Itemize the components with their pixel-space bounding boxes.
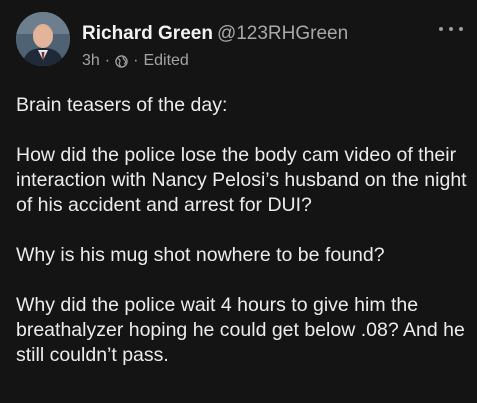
author-line: Richard Green @123RHGreen [82, 22, 348, 46]
meta-separator: · [104, 52, 111, 69]
more-options-button[interactable] [439, 22, 463, 36]
avatar[interactable] [16, 12, 70, 66]
meta-separator: · [133, 52, 139, 69]
more-dots-icon [459, 27, 463, 31]
post-paragraph: How did the police lose the body cam vid… [16, 144, 467, 216]
post-meta: 3h · · Edited [82, 51, 189, 71]
avatar-image [16, 12, 70, 66]
edited-label: Edited [143, 52, 189, 69]
post-paragraph: Brain teasers of the day: [16, 94, 228, 116]
post-paragraph: Why is his mug shot nowhere to be found? [16, 244, 385, 266]
more-dots-icon [449, 27, 453, 31]
author-name[interactable]: Richard Green [82, 23, 213, 44]
globe-icon [115, 54, 128, 68]
post-paragraph: Why did the police wait 4 hours to give … [16, 294, 465, 366]
author-handle[interactable]: @123RHGreen [217, 23, 348, 44]
post-body: Brain teasers of the day: How did the po… [16, 93, 471, 393]
post-timestamp[interactable]: 3h [82, 51, 100, 71]
post-card: Richard Green @123RHGreen 3h · · Edited B… [0, 0, 477, 403]
more-dots-icon [439, 27, 443, 31]
